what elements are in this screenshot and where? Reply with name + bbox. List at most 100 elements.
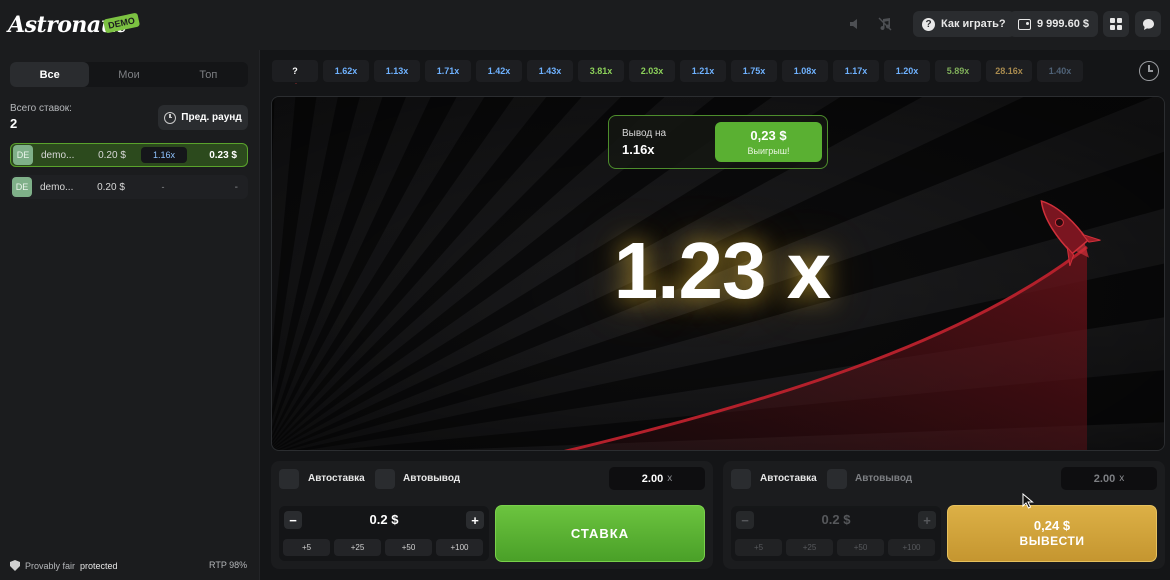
chat-icon — [1142, 18, 1154, 30]
decrease-amount-button[interactable]: − — [736, 511, 754, 529]
cashout-notification: Вывод на 1.16x 0,23 $ Выигрыш! — [608, 115, 828, 169]
previous-round-button[interactable]: Пред. раунд — [158, 105, 248, 130]
total-bets-label: Всего ставок: — [10, 103, 72, 114]
bet-row: DE demo... 0.20 $ - - — [10, 175, 248, 199]
auto-bet-label: Автоставка — [308, 473, 365, 484]
avatar: DE — [12, 177, 32, 197]
place-bet-button[interactable]: СТАВКА — [495, 505, 705, 562]
history-item[interactable]: 1.21x — [680, 60, 726, 82]
chat-button[interactable] — [1135, 11, 1161, 37]
shield-icon — [10, 560, 20, 571]
bet-amount: 0.20 $ — [98, 149, 126, 161]
cashout-win-label: Выигрыш! — [747, 146, 790, 156]
auto-cashout-label: Автовывод — [403, 473, 461, 484]
provably-fair-link[interactable]: Provably fair protected — [10, 560, 118, 571]
auto-bet-label: Автоставка — [760, 473, 817, 484]
history-item[interactable]: 28.16x — [986, 60, 1032, 82]
bet-panel-1: Автоставка Автовывод 2.00 x − 0.2 $ + +5… — [271, 461, 713, 569]
avatar: DE — [13, 145, 33, 165]
how-to-play-label: Как играть? — [941, 18, 1006, 30]
current-multiplier: 1.23 x — [613, 226, 831, 315]
question-icon: ? — [922, 17, 935, 31]
auto-bet-checkbox[interactable] — [731, 469, 751, 489]
auto-cashout-multiplier-input[interactable]: 2.00 x — [1061, 467, 1157, 490]
tab-mine[interactable]: Мои — [89, 62, 168, 87]
bet-multiplier: 1.16x — [141, 147, 187, 163]
history-item[interactable]: 1.62x — [323, 60, 369, 82]
bet-amount-input[interactable]: 0.2 $ — [761, 512, 911, 527]
quick-add-25-button[interactable]: +25 — [786, 539, 833, 556]
quick-add-100-button[interactable]: +100 — [888, 539, 935, 556]
increase-amount-button[interactable]: + — [918, 511, 936, 529]
history-item[interactable]: 1.40x — [1037, 60, 1083, 82]
music-off-icon[interactable] — [873, 12, 897, 36]
history-clock-icon[interactable] — [1139, 61, 1159, 81]
auto-multiplier-value: 2.00 — [1093, 472, 1116, 485]
history-item[interactable]: 1.43x — [527, 60, 573, 82]
increase-amount-button[interactable]: + — [466, 511, 484, 529]
cashout-button-label: ВЫВЕСТИ — [1019, 534, 1085, 548]
quick-add-50-button[interactable]: +50 — [385, 539, 432, 556]
decrease-amount-button[interactable]: − — [284, 511, 302, 529]
history-item[interactable]: 1.75x — [731, 60, 777, 82]
game-canvas: Вывод на 1.16x 0,23 $ Выигрыш! 1.23 x — [271, 96, 1165, 451]
cashout-label: Вывод на — [622, 128, 667, 139]
auto-bet-checkbox[interactable] — [279, 469, 299, 489]
history-item[interactable]: 1.13x — [374, 60, 420, 82]
history-item[interactable]: 1.42x — [476, 60, 522, 82]
auto-cashout-checkbox[interactable] — [375, 469, 395, 489]
clock-icon — [164, 111, 177, 124]
quick-add-50-button[interactable]: +50 — [837, 539, 884, 556]
tab-all[interactable]: Все — [10, 62, 90, 87]
auto-multiplier-suffix: x — [667, 473, 673, 484]
menu-button[interactable] — [1103, 11, 1129, 37]
previous-round-label: Пред. раунд — [181, 112, 242, 123]
quick-add-100-button[interactable]: +100 — [436, 539, 483, 556]
auto-cashout-checkbox[interactable] — [827, 469, 847, 489]
history-item[interactable]: 3.81x — [578, 60, 624, 82]
bet-amount-stepper: − 0.2 $ + +5 +25 +50 +100 — [731, 506, 941, 561]
balance-button[interactable]: 9 999.60 $ — [1009, 11, 1098, 37]
bet-panel-2: Автоставка Автовывод 2.00 x − 0.2 $ + +5… — [723, 461, 1165, 569]
sound-icon[interactable] — [843, 12, 867, 36]
auto-cashout-multiplier-input[interactable]: 2.00 x — [609, 467, 705, 490]
bet-amount-stepper: − 0.2 $ + +5 +25 +50 +100 — [279, 506, 489, 561]
rtp-label: RTP 98% — [209, 560, 248, 570]
history-item[interactable]: 1.71x — [425, 60, 471, 82]
history-item[interactable]: 1.17x — [833, 60, 879, 82]
wallet-icon — [1018, 18, 1031, 30]
quick-add-25-button[interactable]: +25 — [334, 539, 381, 556]
grid-icon — [1110, 18, 1122, 30]
quick-add-5-button[interactable]: +5 — [735, 539, 782, 556]
bets-tabs: Все Мои Топ — [10, 62, 248, 87]
multiplier-history: ? 1.62x 1.13x 1.71x 1.42x 1.43x 3.81x 2.03x 1.21… — [272, 60, 1120, 84]
history-item[interactable]: 5.89x — [935, 60, 981, 82]
bet-amount-input[interactable]: 0.2 $ — [309, 512, 459, 527]
how-to-play-button[interactable]: ? Как играть? — [913, 11, 1015, 37]
bet-amount: 0.20 $ — [97, 181, 125, 193]
auto-multiplier-suffix: x — [1119, 473, 1125, 484]
cashout-button[interactable]: 0,24 $ ВЫВЕСТИ — [947, 505, 1157, 562]
bet-multiplier: - — [161, 182, 165, 192]
bet-player-name: demo... — [41, 149, 75, 161]
cashout-button-amount: 0,24 $ — [1033, 518, 1071, 533]
total-bets-value: 2 — [10, 116, 18, 131]
quick-add-5-button[interactable]: +5 — [283, 539, 330, 556]
top-header: Astronaut DEMO ? Как играть? 9 999.60 $ — [0, 0, 1170, 50]
cashout-multiplier: 1.16x — [622, 142, 655, 157]
history-item[interactable]: 1.20x — [884, 60, 930, 82]
balance-value: 9 999.60 $ — [1037, 18, 1089, 30]
bets-sidebar: Все Мои Топ Всего ставок: 2 Пред. раунд … — [0, 50, 260, 580]
auto-multiplier-value: 2.00 — [641, 472, 664, 485]
history-item[interactable]: 1.08x — [782, 60, 828, 82]
bet-win: 0.23 $ — [209, 149, 237, 161]
tab-top[interactable]: Топ — [169, 62, 248, 87]
mouse-cursor-icon — [1022, 493, 1034, 509]
bet-win: - — [234, 181, 238, 193]
history-item-current[interactable]: ? — [272, 60, 318, 84]
auto-cashout-label: Автовывод — [855, 473, 913, 484]
protected-label: protected — [80, 560, 118, 571]
history-item[interactable]: 2.03x — [629, 60, 675, 82]
bet-player-name: demo... — [40, 181, 74, 193]
cashout-win-badge: 0,23 $ Выигрыш! — [715, 122, 822, 162]
